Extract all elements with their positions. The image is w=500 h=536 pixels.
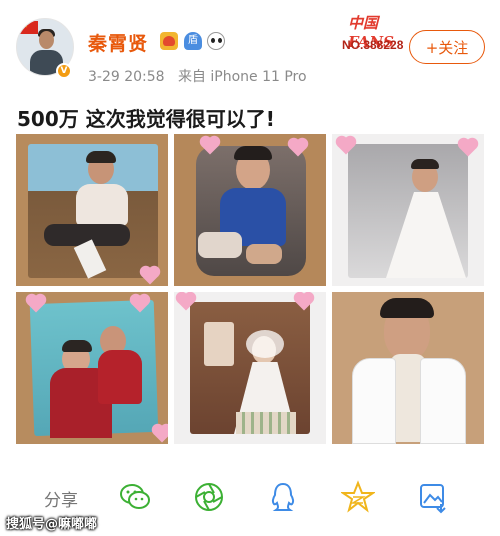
photo-child-blue-shirt[interactable] — [174, 134, 326, 286]
panda-icon[interactable] — [207, 32, 225, 50]
gold-medal-icon[interactable] — [160, 32, 178, 50]
author-name[interactable]: 秦霄贤 — [88, 29, 148, 56]
wechat-icon[interactable] — [118, 480, 152, 514]
post-header: V 秦霄贤 盾 3-29 20:58 来自 iPhone 11 Pro 中国FA… — [0, 0, 500, 92]
china-flag-icon — [20, 21, 38, 34]
photo-adult-portrait[interactable] — [332, 292, 484, 444]
follow-button[interactable]: +关注 — [409, 30, 485, 64]
photo-child-sitting-floor[interactable] — [16, 134, 168, 286]
post-timestamp: 3-29 20:58 — [88, 69, 165, 85]
photo-grid — [16, 134, 484, 444]
fans-number: NO.388228 — [342, 38, 404, 52]
post-meta: 3-29 20:58 来自 iPhone 11 Pro — [88, 66, 307, 86]
fans-badge: 中国FANS NO.388228 — [334, 10, 418, 58]
photo-child-wedding-dress[interactable] — [174, 292, 326, 444]
share-label: 分享 — [44, 491, 78, 511]
post-text: 500万 这次我觉得很可以了! — [17, 107, 275, 131]
photo-children-red-clothes[interactable] — [16, 292, 168, 444]
save-image-icon[interactable] — [416, 480, 450, 514]
post-source: 来自 iPhone 11 Pro — [177, 69, 307, 85]
photo-child-white-dress[interactable] — [332, 134, 484, 286]
watermark: 搜狐号@嘛嘟嘟 — [6, 517, 98, 532]
verified-badge-icon: V — [56, 63, 72, 79]
qq-icon[interactable] — [266, 480, 300, 514]
moments-icon[interactable] — [192, 480, 226, 514]
blue-shield-icon[interactable]: 盾 — [184, 32, 202, 50]
qzone-icon[interactable] — [341, 480, 375, 514]
